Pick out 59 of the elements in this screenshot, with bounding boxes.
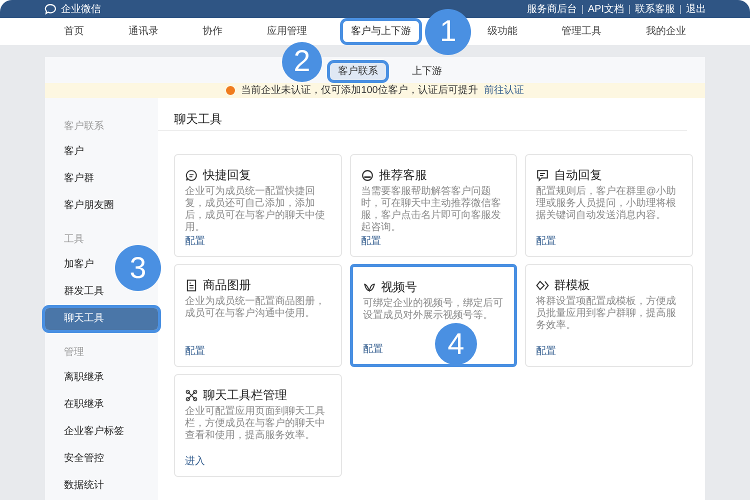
callout-badge: 2 (282, 42, 322, 82)
card-description: 可绑定企业的视频号，绑定后可设置成员对外展示视频号等。 (363, 298, 504, 322)
callout-badge: 4 (435, 323, 477, 365)
nav-tab[interactable]: 协作 (194, 21, 231, 42)
nav-tab[interactable]: 通讯录 (120, 21, 166, 42)
callout-badge: 1 (425, 8, 472, 54)
sub-tab[interactable]: 上下游 (404, 62, 450, 80)
card-title: 推荐客服 (379, 167, 427, 184)
card-link[interactable]: 进入 (185, 454, 205, 469)
sidebar-heading: 管理 (63, 346, 85, 360)
card-description: 企业为成员统一配置商品图册，成员可在与客户沟通中使用。 (185, 296, 326, 320)
sidebar-item[interactable]: 企业客户标签 (64, 420, 124, 442)
nav-tab[interactable]: 我的企业 (638, 21, 694, 42)
card-description: 当需要客服帮助解答客户问题时，可在聊天中主动推荐微信客服，客户点击名片即可向客服发起咨询。 (361, 186, 502, 234)
card-title: 快捷回复 (203, 167, 251, 184)
card-title: 商品图册 (203, 277, 251, 294)
sidebar-heading: 工具 (63, 232, 85, 246)
sidebar-item[interactable]: 加客户 (64, 254, 94, 276)
sidebar-item[interactable]: 离职继承 (64, 366, 104, 388)
card-link[interactable]: 配置 (185, 234, 205, 249)
card-link[interactable]: 配置 (185, 344, 205, 359)
top-link[interactable]: 退出 (686, 2, 706, 16)
nav-tab[interactable]: 应用管理 (258, 21, 315, 42)
sidebar-item[interactable]: 聊天工具 (45, 308, 158, 330)
sidebar-item[interactable]: 在职继承 (64, 394, 104, 416)
card-link[interactable]: 配置 (536, 234, 556, 249)
sidebar-item[interactable]: 客户群 (64, 168, 94, 190)
card-description: 配置规则后，客户在群里@小助理或服务人员提问，小助理将根据关键词自动发送消息内容。 (536, 186, 678, 222)
card-description: 企业可为成员统一配置快捷回复，成员还可自己添加，添加后，成员可在与客户的聊天中使用。 (185, 186, 326, 234)
warning-icon (226, 86, 236, 95)
top-link[interactable]: 服务商后台 (526, 2, 577, 16)
card-link[interactable]: 配置 (361, 234, 381, 249)
notice-link[interactable]: 前往认证 (484, 82, 524, 98)
notice-text: 当前企业未认证，仅可添加100位客户，认证后可提升 (241, 84, 478, 98)
callout-badge: 3 (115, 245, 161, 291)
sidebar-heading: 客户联系 (63, 120, 105, 134)
nav-tab[interactable]: 管理工具 (554, 21, 610, 42)
card-link[interactable]: 配置 (363, 342, 383, 357)
card-description: 将群设置项配置成模板，方便成员批量应用到客户群聊，提高服务效率。 (536, 296, 677, 332)
logo-icon (44, 2, 57, 16)
top-link[interactable]: 联系客服 (635, 2, 675, 16)
card-title: 视频号 (381, 279, 417, 296)
nav-tab[interactable]: 客户与上下游 (343, 21, 420, 42)
card-link[interactable]: 配置 (536, 344, 556, 359)
sidebar-item[interactable]: 客户朋友圈 (64, 194, 114, 216)
section-title: 聊天工具 (174, 111, 223, 128)
sidebar-item[interactable]: 客户 (64, 140, 84, 162)
nav-tab[interactable]: 级功能 (479, 21, 526, 42)
card-description: 企业可配置应用页面到聊天工具栏，方便成员在与客户的聊天中查看和使用，提高服务效率。 (185, 406, 326, 442)
sidebar-item[interactable]: 数据统计 (64, 474, 104, 496)
card-title: 群模板 (554, 277, 590, 294)
sub-tab[interactable]: 客户联系 (330, 62, 386, 80)
logo-text: 企业微信 (61, 2, 101, 16)
sidebar-item[interactable]: 群发工具 (64, 280, 104, 302)
card-title: 自动回复 (554, 167, 602, 184)
sidebar-item[interactable]: 安全管控 (64, 448, 104, 470)
card-title: 聊天工具栏管理 (203, 387, 287, 404)
nav-tab[interactable]: 首页 (56, 21, 92, 42)
top-link[interactable]: API文档 (588, 2, 624, 16)
